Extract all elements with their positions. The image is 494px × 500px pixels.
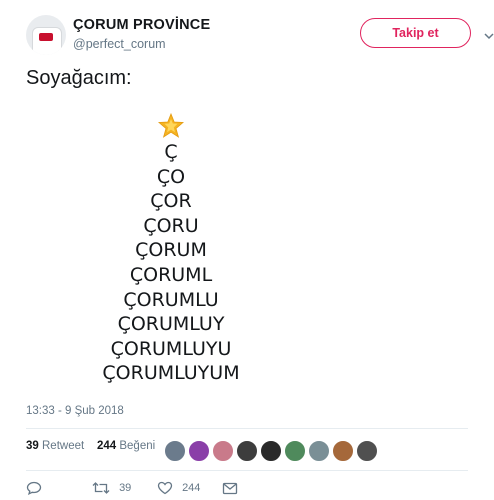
tree-line: ÇOR bbox=[150, 190, 192, 213]
tree-line: ÇORU bbox=[143, 214, 199, 237]
tweet-tree: Ç ÇO ÇOR ÇORU ÇORUM ÇORUML ÇORUMLU ÇORUM… bbox=[26, 112, 316, 386]
avatar-logo bbox=[39, 33, 53, 41]
tree-line: ÇORUMLUY bbox=[117, 313, 225, 336]
like-count[interactable]: 244 bbox=[97, 440, 116, 452]
avatar[interactable] bbox=[26, 15, 66, 55]
liker-avatar[interactable] bbox=[236, 440, 258, 462]
chevron-down-icon[interactable] bbox=[484, 31, 494, 41]
display-name[interactable]: ÇORUM PROVİNCE bbox=[73, 16, 210, 34]
tree-line: Ç bbox=[164, 141, 178, 163]
tweet-actions: 39 244 bbox=[26, 481, 446, 497]
user-handle[interactable]: @perfect_corum bbox=[73, 36, 210, 52]
star-emoji bbox=[157, 112, 185, 138]
reply-icon bbox=[26, 481, 42, 496]
retweet-count[interactable]: 39 bbox=[26, 440, 39, 452]
liker-avatar[interactable] bbox=[260, 440, 282, 462]
retweet-icon bbox=[92, 482, 110, 495]
user-names[interactable]: ÇORUM PROVİNCE @perfect_corum bbox=[73, 16, 210, 52]
like-action-count: 244 bbox=[182, 482, 201, 495]
tweet-timestamp[interactable]: 13:33 - 9 Şub 2018 bbox=[26, 405, 124, 417]
tree-line: ÇORUM bbox=[135, 239, 207, 262]
liker-avatar[interactable] bbox=[308, 440, 330, 462]
retweet-action-count: 39 bbox=[119, 482, 132, 495]
tree-line: ÇO bbox=[156, 165, 186, 188]
tweet-text: Soyağacım: bbox=[26, 67, 132, 89]
tree-line: ÇORUMLUYUM bbox=[102, 362, 240, 385]
follow-button[interactable]: Takip et bbox=[360, 18, 471, 48]
reply-button[interactable] bbox=[26, 481, 42, 497]
liker-avatar[interactable] bbox=[188, 440, 210, 462]
like-label[interactable]: Beğeni bbox=[119, 440, 155, 452]
tree-line: ÇORUMLU bbox=[123, 288, 219, 311]
divider bbox=[26, 428, 468, 429]
liker-avatar[interactable] bbox=[164, 440, 186, 462]
liker-avatar[interactable] bbox=[284, 440, 306, 462]
tweet-stats: 39 Retweet 244 Beğeni bbox=[26, 440, 155, 452]
liker-avatar[interactable] bbox=[212, 440, 234, 462]
heart-icon bbox=[157, 481, 173, 495]
retweet-button[interactable]: 39 bbox=[92, 481, 131, 497]
like-button[interactable]: 244 bbox=[157, 481, 200, 497]
liker-avatar[interactable] bbox=[356, 440, 378, 462]
tree-line: ÇORUML bbox=[129, 263, 213, 286]
tweet-header: ÇORUM PROVİNCE @perfect_corum Takip et bbox=[26, 13, 494, 57]
avatar-shirt bbox=[32, 27, 62, 55]
dm-button[interactable] bbox=[222, 481, 238, 497]
retweet-label[interactable]: Retweet bbox=[42, 440, 84, 452]
divider bbox=[26, 470, 468, 471]
liker-avatar[interactable] bbox=[332, 440, 354, 462]
tree-line: ÇORUMLUYU bbox=[110, 337, 232, 360]
envelope-icon bbox=[222, 482, 238, 494]
